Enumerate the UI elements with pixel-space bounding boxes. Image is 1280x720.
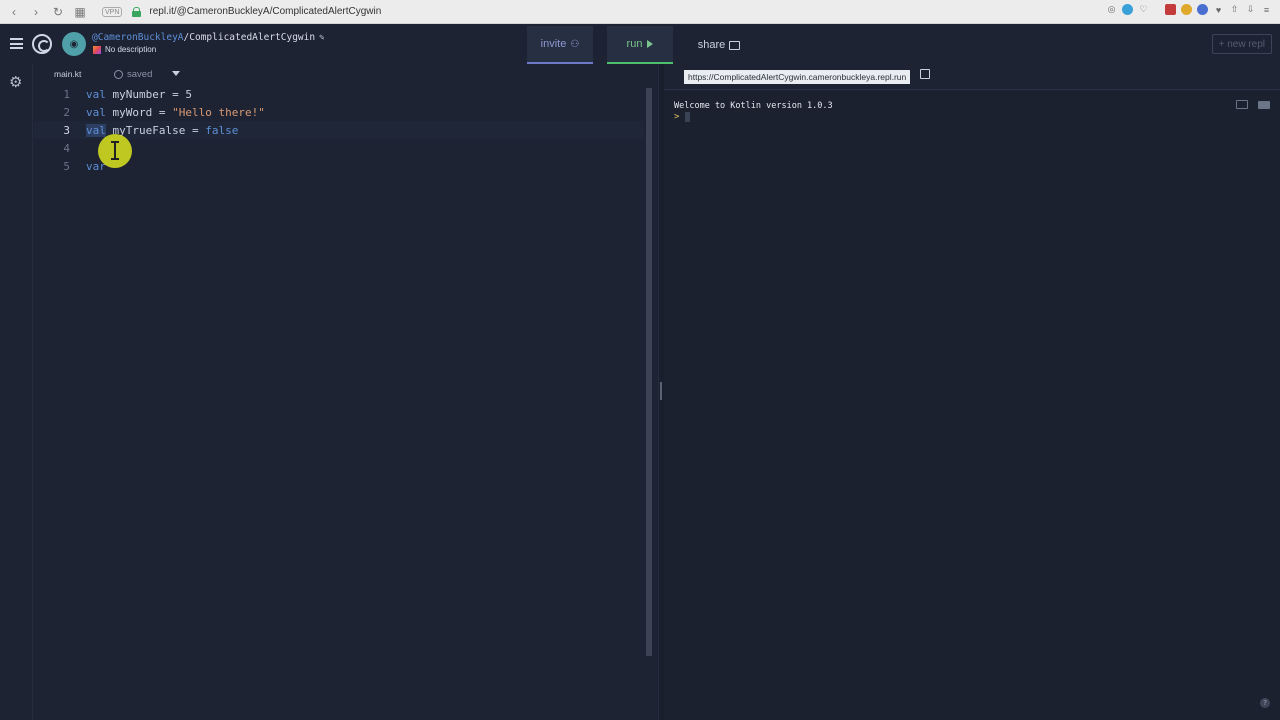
run-label: run	[626, 38, 643, 50]
red-extension-icon[interactable]	[1165, 4, 1176, 15]
share-icon	[729, 40, 741, 50]
help-icon[interactable]: ?	[1260, 698, 1270, 708]
tab-main-kt[interactable]: main.kt	[42, 64, 94, 84]
hamburger-menu-icon[interactable]	[10, 38, 23, 49]
camera-icon[interactable]: ◎	[1106, 4, 1117, 15]
reload-icon[interactable]: ↻	[50, 4, 66, 20]
editor-scrollbar[interactable]	[646, 88, 652, 656]
download-icon[interactable]: ⇩	[1245, 4, 1256, 15]
editor-tab-bar: main.kt saved	[34, 64, 658, 84]
share-button[interactable]: share	[688, 26, 750, 64]
pocket-icon[interactable]: ♥	[1213, 4, 1224, 15]
console-welcome-text: Welcome to Kotlin version 1.0.3	[674, 101, 833, 111]
number-literal: 5	[185, 87, 192, 101]
chevron-down-icon[interactable]	[172, 71, 180, 76]
text-cursor-icon	[111, 141, 119, 160]
description-text[interactable]: No description	[105, 45, 156, 54]
clear-console-icon[interactable]	[1236, 100, 1248, 109]
invite-label: invite	[540, 38, 567, 50]
keyword: val	[86, 105, 106, 119]
line-number: 3	[63, 123, 70, 137]
console-prompt: >	[674, 112, 680, 122]
external-link-icon[interactable]	[920, 69, 930, 79]
line-number: 2	[63, 105, 70, 119]
left-sidebar: ⚙	[0, 64, 33, 720]
console-cursor	[685, 112, 690, 122]
play-icon	[647, 40, 654, 48]
run-button[interactable]: run	[607, 26, 673, 64]
kotlin-icon	[93, 45, 101, 54]
line-number: 4	[63, 141, 70, 155]
boolean-literal: false	[205, 123, 239, 137]
repl-title[interactable]: @CameronBuckleyA/ComplicatedAlertCygwin ✎	[92, 32, 325, 43]
repl-owner[interactable]: @CameronBuckleyA	[92, 32, 184, 43]
repl-name[interactable]: ComplicatedAlertCygwin	[189, 32, 315, 43]
history-icon	[114, 69, 123, 79]
string-literal: "Hello there!"	[172, 105, 265, 119]
address-bar[interactable]: repl.it/@CameronBuckleyA/ComplicatedAler…	[149, 6, 381, 17]
line-number: 1	[63, 87, 70, 101]
globe-icon[interactable]	[1197, 4, 1208, 15]
replit-logo-icon[interactable]	[32, 34, 52, 54]
identifier: myNumber	[112, 87, 166, 101]
save-status[interactable]: saved	[114, 64, 152, 84]
keyword: val	[86, 87, 106, 101]
operator: =	[152, 105, 173, 119]
yellow-extension-icon[interactable]	[1181, 4, 1192, 15]
console-header: https://ComplicatedAlertCygwin.cameronbu…	[664, 64, 1280, 90]
save-status-label: saved	[127, 68, 153, 80]
toggle-console-icon[interactable]	[1258, 101, 1270, 109]
operator: =	[165, 87, 186, 101]
lock-icon	[132, 6, 142, 17]
pencil-icon[interactable]: ✎	[319, 33, 324, 43]
divider-handle[interactable]	[660, 382, 662, 400]
line-number: 5	[63, 159, 70, 173]
add-user-icon: ⚇	[570, 38, 580, 50]
console-output[interactable]: Welcome to Kotlin version 1.0.3 > ?	[664, 91, 1280, 720]
invite-button[interactable]: invite ⚇	[527, 26, 593, 64]
repl-header: ◉ @CameronBuckleyA/ComplicatedAlertCygwi…	[0, 24, 1280, 64]
new-repl-button[interactable]: + new repl	[1211, 34, 1272, 54]
keyword-selected: val	[86, 123, 106, 137]
heart-icon[interactable]: ♡	[1138, 4, 1149, 15]
repl-description[interactable]: No description	[93, 45, 156, 54]
code-editor[interactable]: 1 val myNumber = 5 2 val myWord = "Hello…	[34, 84, 658, 720]
gear-icon[interactable]: ⚙	[9, 73, 22, 91]
code-line[interactable]: 1 val myNumber = 5	[34, 85, 644, 103]
operator: =	[185, 123, 206, 137]
grid-icon[interactable]: ▦	[72, 4, 88, 20]
repl-run-url[interactable]: https://ComplicatedAlertCygwin.cameronbu…	[684, 70, 911, 84]
identifier: myTrueFalse	[112, 123, 186, 137]
extension-icon[interactable]	[1122, 4, 1133, 15]
identifier: myWord	[112, 105, 153, 119]
share-label: share	[697, 39, 726, 51]
back-icon[interactable]: ‹	[6, 4, 22, 20]
code-line-active[interactable]: 3 val myTrueFalse = false	[34, 121, 644, 139]
code-line[interactable]: 2 val myWord = "Hello there!"	[34, 103, 644, 121]
vpn-badge[interactable]: VPN	[102, 6, 123, 17]
upload-icon[interactable]: ⇧	[1229, 4, 1240, 15]
browser-toolbar: ‹ › ↻ ▦ VPN repl.it/@CameronBuckleyA/Com…	[0, 0, 1280, 24]
avatar[interactable]: ◉	[62, 32, 86, 56]
menu-icon[interactable]: ≡	[1261, 4, 1272, 15]
forward-icon[interactable]: ›	[28, 4, 44, 20]
